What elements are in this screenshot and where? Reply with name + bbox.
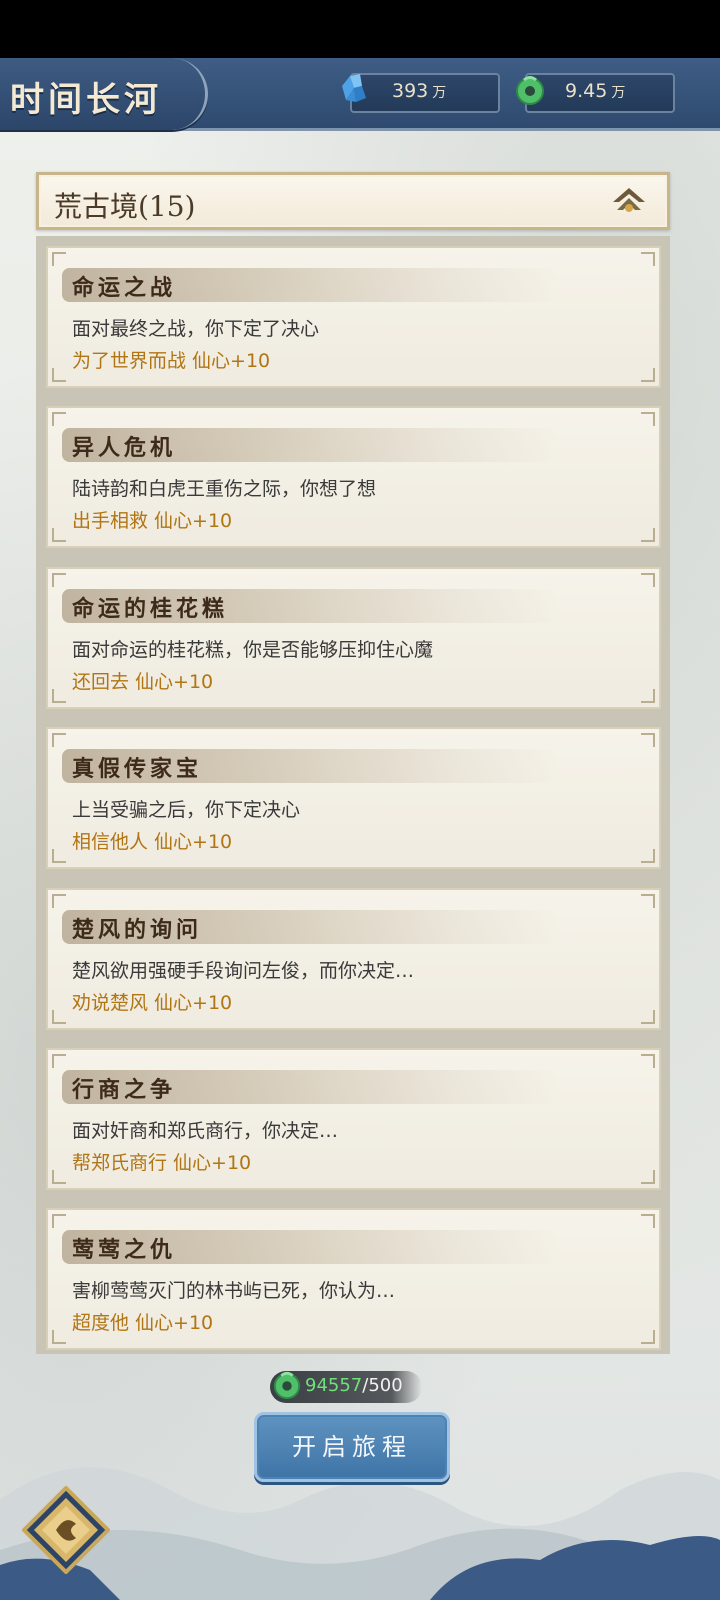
event-choice: 帮郑氏商行 仙心+10: [72, 1152, 252, 1174]
event-description: 面对最终之战，你下定了决心: [72, 318, 320, 340]
start-journey-button[interactable]: 开启旅程: [254, 1412, 450, 1482]
event-choice: 相信他人 仙心+10: [72, 831, 233, 853]
jade-coin-icon: [273, 1371, 301, 1400]
diamond-menu-icon[interactable]: [22, 1486, 110, 1574]
event-card[interactable]: 异人危机 陆诗韵和白虎王重伤之际，你想了想 出手相救 仙心+10: [46, 406, 661, 548]
event-card[interactable]: 楚风的询问 楚风欲用强硬手段询问左俊，而你决定… 劝说楚风 仙心+10: [46, 888, 661, 1030]
event-card[interactable]: 行商之争 面对奸商和郑氏商行，你决定… 帮郑氏商行 仙心+10: [46, 1048, 661, 1190]
crystal-amount: 393: [392, 80, 429, 102]
jade-amount: 9.45: [565, 80, 608, 102]
event-title: 行商之争: [72, 1077, 177, 1103]
event-description: 陆诗韵和白虎王重伤之际，你想了想: [72, 478, 377, 500]
event-card[interactable]: 莺莺之仇 害柳莺莺灭门的林书屿已死，你认为… 超度他 仙心+10: [46, 1208, 661, 1350]
cost-need-amount: /500: [362, 1375, 403, 1396]
status-bar: [0, 0, 720, 58]
event-description: 害柳莺莺灭门的林书屿已死，你认为…: [72, 1280, 396, 1302]
event-choice: 还回去 仙心+10: [72, 671, 214, 693]
realm-title: 荒古境(15): [54, 190, 196, 223]
event-choice: 劝说楚风 仙心+10: [72, 992, 233, 1014]
jade-coin-icon: [516, 76, 544, 105]
event-title: 命运之战: [72, 275, 177, 301]
crystal-unit: 万: [432, 85, 447, 101]
event-choice: 出手相救 仙心+10: [72, 510, 233, 532]
event-choice: 超度他 仙心+10: [72, 1312, 214, 1334]
event-choice: 为了世界而战 仙心+10: [72, 350, 271, 372]
event-card[interactable]: 真假传家宝 上当受骗之后，你下定决心 相信他人 仙心+10: [46, 727, 661, 869]
event-description: 楚风欲用强硬手段询问左俊，而你决定…: [72, 960, 415, 982]
page-title: 时间长河: [10, 80, 162, 120]
event-title: 楚风的询问: [72, 917, 203, 943]
jade-unit: 万: [611, 85, 626, 101]
event-description: 上当受骗之后，你下定决心: [72, 799, 301, 821]
event-title: 异人危机: [72, 435, 177, 461]
event-title: 真假传家宝: [72, 756, 203, 782]
blue-crystal-icon: [342, 74, 366, 102]
event-card[interactable]: 命运之战 面对最终之战，你下定了决心 为了世界而战 仙心+10: [46, 246, 661, 388]
event-list[interactable]: 命运之战 面对最终之战，你下定了决心 为了世界而战 仙心+10 异人危机 陆诗韵…: [36, 236, 670, 1354]
event-title: 莺莺之仇: [72, 1237, 177, 1263]
event-card[interactable]: 命运的桂花糕 面对命运的桂花糕，你是否能够压抑住心魔 还回去 仙心+10: [46, 567, 661, 709]
collapse-arrow-icon[interactable]: [611, 186, 647, 216]
cost-have-amount: 94557: [305, 1375, 363, 1396]
event-description: 面对命运的桂花糕，你是否能够压抑住心魔: [72, 639, 434, 661]
event-description: 面对奸商和郑氏商行，你决定…: [72, 1120, 339, 1142]
event-title: 命运的桂花糕: [72, 596, 229, 622]
